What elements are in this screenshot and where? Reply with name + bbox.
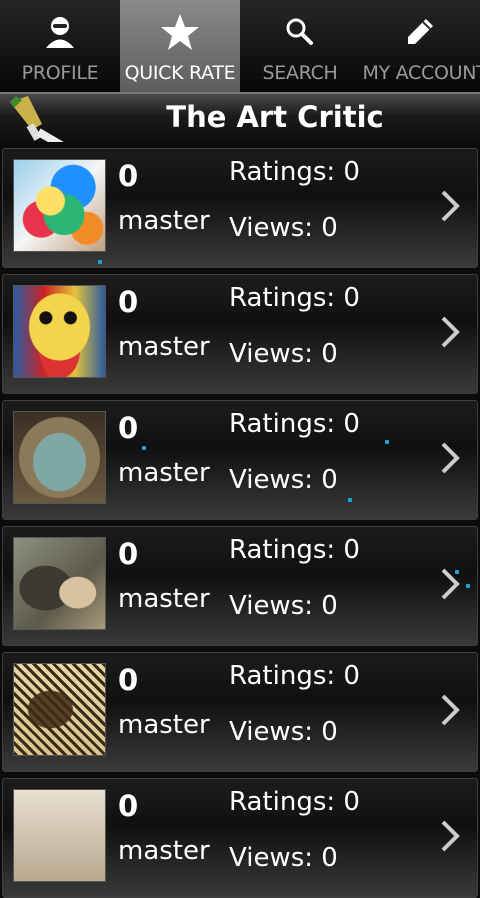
tab-label: SEARCH xyxy=(262,62,338,84)
ratings-count: Ratings: 0 xyxy=(229,535,360,565)
username: master xyxy=(118,206,210,236)
decorative-dot xyxy=(466,584,470,588)
decorative-dot xyxy=(385,440,389,444)
decorative-dot xyxy=(142,446,146,450)
artwork-thumbnail xyxy=(13,159,106,252)
views-count: Views: 0 xyxy=(229,339,338,369)
chevron-right-icon xyxy=(437,441,463,479)
ratings-count: Ratings: 0 xyxy=(229,157,360,187)
username: master xyxy=(118,458,210,488)
tab-bar: PROFILE QUICK RATE SEARCH MY ACCOUNT xyxy=(0,0,480,92)
artwork-thumbnail xyxy=(13,663,106,756)
username: master xyxy=(118,836,210,866)
chevron-right-icon xyxy=(437,693,463,731)
chevron-right-icon xyxy=(437,189,463,227)
decorative-dot xyxy=(98,260,102,264)
page-title: The Art Critic xyxy=(166,100,384,134)
star-icon xyxy=(120,12,240,52)
ratings-count: Ratings: 0 xyxy=(229,409,360,439)
ratings-count: Ratings: 0 xyxy=(229,661,360,691)
list-item[interactable]: 0 master Ratings: 0 Views: 0 xyxy=(2,400,478,520)
tab-label: QUICK RATE xyxy=(124,62,236,84)
artwork-thumbnail xyxy=(13,411,106,504)
score-value: 0 xyxy=(118,285,139,319)
tab-label: MY ACCOUNT xyxy=(362,62,480,84)
list-item[interactable]: 0 master Ratings: 0 Views: 0 xyxy=(2,148,478,268)
decorative-dot xyxy=(455,570,459,574)
artwork-thumbnail xyxy=(13,789,106,882)
username: master xyxy=(118,584,210,614)
score-value: 0 xyxy=(118,663,139,697)
artwork-thumbnail xyxy=(13,537,106,630)
title-bar: The Art Critic xyxy=(0,92,480,150)
tab-search[interactable]: SEARCH xyxy=(240,0,360,92)
profile-icon xyxy=(0,12,120,52)
tab-my-account[interactable]: MY ACCOUNT xyxy=(360,0,480,92)
score-value: 0 xyxy=(118,789,139,823)
list-item[interactable]: 0 master Ratings: 0 Views: 0 xyxy=(2,778,478,898)
list-item[interactable]: 0 master Ratings: 0 Views: 0 xyxy=(2,652,478,772)
chevron-right-icon xyxy=(437,315,463,353)
decorative-dot xyxy=(348,498,352,502)
tab-quick-rate[interactable]: QUICK RATE xyxy=(120,0,240,92)
views-count: Views: 0 xyxy=(229,591,338,621)
username: master xyxy=(118,710,210,740)
views-count: Views: 0 xyxy=(229,213,338,243)
tab-profile[interactable]: PROFILE xyxy=(0,0,120,92)
score-value: 0 xyxy=(118,537,139,571)
username: master xyxy=(118,332,210,362)
views-count: Views: 0 xyxy=(229,843,338,873)
list-item[interactable]: 0 master Ratings: 0 Views: 0 xyxy=(2,526,478,646)
ratings-count: Ratings: 0 xyxy=(229,283,360,313)
views-count: Views: 0 xyxy=(229,465,338,495)
ratings-count: Ratings: 0 xyxy=(229,787,360,817)
views-count: Views: 0 xyxy=(229,717,338,747)
score-value: 0 xyxy=(118,159,139,193)
pencil-icon xyxy=(360,12,480,52)
artwork-thumbnail xyxy=(13,285,106,378)
tab-label: PROFILE xyxy=(21,62,99,84)
search-icon xyxy=(240,12,360,52)
list-item[interactable]: 0 master Ratings: 0 Views: 0 xyxy=(2,274,478,394)
chevron-right-icon xyxy=(437,567,463,605)
score-value: 0 xyxy=(118,411,139,445)
chevron-right-icon xyxy=(437,819,463,857)
